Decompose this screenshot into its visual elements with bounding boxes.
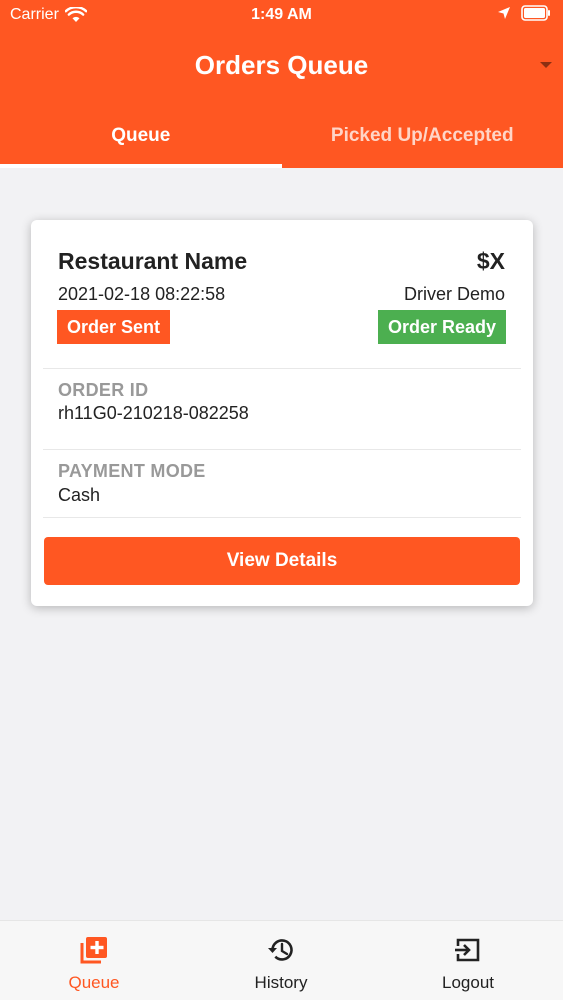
tab-bar: Queue Picked Up/Accepted [0,104,563,168]
nav-queue[interactable]: Queue [34,935,154,993]
payment-mode-label: PAYMENT MODE [58,461,206,481]
add-to-queue-icon [80,937,107,964]
nav-logout-label: Logout [442,973,494,992]
order-id-label: ORDER ID [58,380,149,400]
app-header: Carrier 1:49 AM Orders Queue Queue Picke… [0,0,563,168]
status-time: 1:49 AM [251,6,312,23]
status-badge-ready: Order Ready [377,310,506,344]
battery-icon [521,5,550,21]
order-price: $X [476,248,505,274]
order-datetime: 2021-02-18 08:22:58 [58,284,226,304]
tab-queue[interactable]: Queue [0,104,282,168]
order-card: Restaurant Name $X 2021-02-18 08:22:58 D… [31,220,533,606]
nav-queue-label: Queue [68,973,120,992]
bottom-nav: Queue History Logout [0,920,563,1000]
order-id-value: rh11G0-210218-082258 [58,403,249,423]
nav-history[interactable]: History [221,935,341,993]
logout-icon [455,938,480,962]
nav-logout[interactable]: Logout [408,935,528,993]
view-details-button[interactable]: View Details [44,537,520,585]
tab-picked-up-accepted[interactable]: Picked Up/Accepted [282,104,563,168]
location-arrow-icon [498,7,510,19]
divider [43,368,521,369]
divider [43,517,521,518]
chevron-down-icon[interactable] [539,60,553,70]
payment-mode-value: Cash [58,485,101,505]
divider [43,449,521,450]
status-right [497,5,551,21]
page-title: Orders Queue [194,50,369,80]
status-badge-sent: Order Sent [57,310,171,344]
driver-name: Driver Demo [403,284,505,304]
history-icon [268,939,293,961]
active-tab-indicator [0,164,282,168]
nav-history-label: History [254,973,308,992]
restaurant-name: Restaurant Name [58,248,248,274]
status-bar: Carrier 1:49 AM [0,0,563,30]
